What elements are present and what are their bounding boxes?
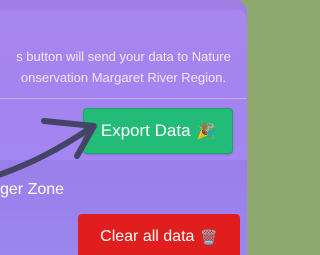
pointer-arrow-icon [0,118,97,178]
